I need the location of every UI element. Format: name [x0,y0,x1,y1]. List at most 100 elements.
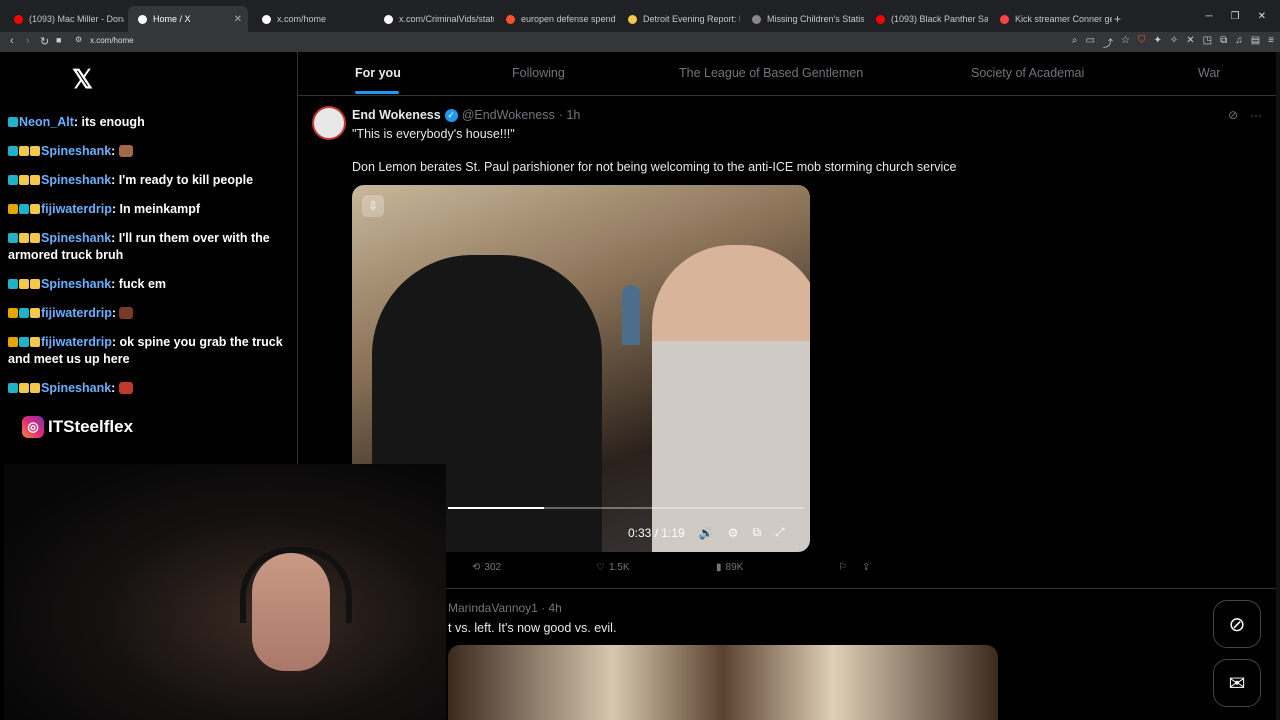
video-time: 0:33 / 1:19 [628,525,685,540]
back-icon[interactable]: ‹ [10,35,14,47]
scrollbar[interactable] [1276,52,1280,720]
chat-badge-icon [30,204,40,214]
zoom-icon[interactable]: ⌕ [1072,35,1078,50]
tweet-actions: ⟲ 302 ♡ 1.5K ▮ 89K ⚐ ⇪ [448,562,888,578]
like-button[interactable]: ♡ 1.5K [596,562,630,573]
tweet-timestamp[interactable]: · 1h [559,108,581,122]
close-tab-icon[interactable]: ✕ [234,14,242,25]
chat-message: Neon_Alt: its enough [8,114,293,131]
bookmark-button[interactable]: ⚐ [838,562,847,573]
chat-username: Spineshank [41,381,112,395]
chat-badge-icon [19,233,29,243]
brave-shield-icon[interactable]: ⛉ [1138,35,1146,50]
instagram-icon: ◎ [22,416,44,438]
settings-icon[interactable]: ⚙ [728,526,739,540]
browser-tab[interactable]: Missing Children's Statistics - Global [742,6,864,32]
video-progress-bar[interactable] [448,507,804,509]
reload-icon[interactable]: ↻ [40,35,49,48]
heart-icon: ♡ [596,562,605,573]
cast-icon[interactable]: ▭ [1086,35,1095,50]
browser-tab-active[interactable]: Home / X ✕ [128,6,248,32]
new-tab-button[interactable]: + [1114,6,1130,32]
video-controls: 0:33 / 1:19 🔊 ⚙ ⧉ ⤢ [628,525,785,540]
download-icon[interactable]: ⇩ [362,195,384,217]
video-progress-fill [448,507,545,509]
tab-league-of-based-gentlemen[interactable]: The League of Based Gentlemen [679,66,863,80]
extension-icon[interactable]: ✕ [1186,35,1194,50]
browser-tab[interactable]: (1093) Mac Miller - Donald Trump - [4,6,124,32]
share-icon[interactable]: ⤴ [1103,35,1113,50]
tab-following[interactable]: Following [512,66,565,80]
browser-tab[interactable]: x.com/CriminalVids/status/20123158 [374,6,494,32]
chat-message: Spineshank: [8,380,293,397]
retweet-button[interactable]: ⟲ 302 [472,562,501,573]
site-icon [752,14,761,24]
tweet-text-line2: Don Lemon berates St. Paul parishioner f… [352,160,957,174]
chat-message: fijiwaterdrip: [8,305,293,322]
tweet2-text: t vs. left. It's now good vs. evil. [448,621,617,635]
tweet2-handle[interactable]: MarindaVannoy1 · 4h [448,601,562,615]
browser-tab[interactable]: (1093) Black Panther Says Ice Is Goin [866,6,988,32]
chat-badge-icon [8,204,18,214]
grok-icon: ⊘ [1228,613,1246,636]
tweet2-media[interactable] [448,645,998,720]
x-logo-icon[interactable]: 𝕏 [72,64,93,95]
chat-username: fijiwaterdrip [41,335,112,349]
chat-username: fijiwaterdrip [41,202,112,216]
site-info-icon[interactable]: ⚙ [75,35,82,44]
picture-in-picture-icon[interactable]: ⧉ [752,525,761,540]
chat-badge-icon [8,279,18,289]
chat-text: : [111,306,120,320]
chat-message: Spineshank: I'll run them over with the … [8,230,293,264]
media-icon[interactable]: ♫ [1235,35,1243,50]
views-button[interactable]: ▮ 89K [716,562,743,573]
chat-feed: Neon_Alt: its enough Spineshank: Spinesha… [8,114,293,409]
avatar[interactable] [312,106,346,140]
close-icon[interactable]: ✕ [1258,11,1266,22]
grok-icon[interactable]: ⊘ [1228,108,1238,122]
browser-tab[interactable]: x.com/home [252,6,372,32]
chat-username: Spineshank [41,277,112,291]
chat-message: Spineshank: I'm ready to kill people [8,172,293,189]
messages-button[interactable]: ✉ [1213,659,1261,707]
chat-text: : fuck em [111,277,167,291]
tab-society-of-academai[interactable]: Society of Academai [971,66,1084,80]
share-button[interactable]: ⇪ [862,562,870,573]
x-icon [138,14,147,24]
extension-icon[interactable]: ✦ [1153,35,1161,50]
chat-badge-icon [30,233,40,243]
extensions-puzzle-icon[interactable]: ⧉ [1220,35,1227,50]
chat-badge-icon [8,308,18,318]
chat-text: : [111,144,119,158]
fullscreen-icon[interactable]: ⤢ [775,525,785,540]
browser-tab[interactable]: europen defense spending - Brave S [496,6,616,32]
views-icon: ▮ [716,562,722,573]
tab-for-you[interactable]: For you [355,66,401,80]
volume-icon[interactable]: 🔊 [699,526,714,540]
browser-tab[interactable]: Kick streamer Conner gets filmed by [990,6,1112,32]
chat-badge-icon [19,308,29,318]
x-icon [262,14,271,24]
chat-username: fijiwaterdrip [41,306,112,320]
url-field[interactable]: x.com/home [90,36,134,45]
chat-badge-icon [19,337,29,347]
chat-badge-icon [30,383,40,393]
bookmark-star-icon[interactable]: ☆ [1121,35,1130,50]
author-name[interactable]: End Wokeness [352,108,441,122]
chat-message: Spineshank: [8,143,293,160]
minimize-icon[interactable]: ─ [1206,11,1213,22]
bookmark-icon: ⚐ [838,562,847,573]
author-handle[interactable]: @EndWokeness [462,108,555,122]
browser-tab[interactable]: Detroit Evening Report: Hundreds in [618,6,740,32]
maximize-icon[interactable]: ❐ [1231,11,1240,22]
menu-icon[interactable]: ≡ [1268,35,1274,50]
grok-button[interactable]: ⊘ [1213,600,1261,648]
forward-icon[interactable]: › [26,35,30,47]
extension-icon[interactable]: ◳ [1203,35,1212,50]
extension-icon[interactable]: ✧ [1170,35,1178,50]
more-options-icon[interactable]: ··· [1250,108,1262,122]
tab-war[interactable]: War [1198,66,1220,80]
bookmark-icon[interactable]: ■ [56,35,61,45]
sidebar-icon[interactable]: ▤ [1251,35,1260,50]
chat-message: fijiwaterdrip: ok spine you grab the tru… [8,334,293,368]
